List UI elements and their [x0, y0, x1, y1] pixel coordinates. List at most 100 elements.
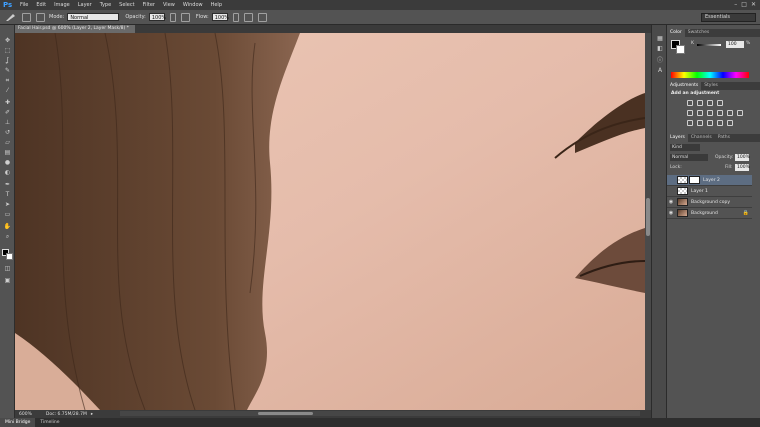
- character-panel-icon[interactable]: A: [656, 67, 664, 74]
- layer-row-background[interactable]: ◉ Background 🔒: [667, 208, 752, 219]
- gradient-map-adjustment-icon[interactable]: [717, 120, 723, 126]
- marquee-tool-icon[interactable]: ⬚: [3, 47, 12, 55]
- hue-saturation-adjustment-icon[interactable]: [697, 110, 703, 116]
- blend-mode-select[interactable]: Normal: [670, 154, 708, 161]
- menu-file[interactable]: File: [16, 2, 32, 8]
- color-spectrum-ramp[interactable]: [671, 72, 749, 78]
- layer-mask-thumbnail[interactable]: [689, 176, 700, 184]
- k-channel-slider[interactable]: [697, 44, 721, 46]
- tab-channels[interactable]: Channels: [688, 134, 715, 142]
- pressure-size-icon[interactable]: [257, 12, 267, 22]
- brightness-adjustment-icon[interactable]: [687, 100, 693, 106]
- layer-row-layer-2[interactable]: Layer 2: [667, 175, 752, 186]
- document-canvas[interactable]: [15, 33, 645, 410]
- brush-panel-icon[interactable]: [36, 12, 45, 22]
- menu-layer[interactable]: Layer: [74, 2, 96, 8]
- path-select-tool-icon[interactable]: ➤: [3, 201, 12, 209]
- lasso-tool-icon[interactable]: ʆ: [3, 57, 12, 65]
- invert-adjustment-icon[interactable]: [687, 120, 693, 126]
- quick-mask-icon[interactable]: ◫: [3, 265, 12, 273]
- menu-window[interactable]: Window: [179, 2, 207, 8]
- hand-tool-icon[interactable]: ✋: [3, 223, 12, 231]
- layer-kind-filter[interactable]: Kind: [670, 144, 700, 151]
- pen-tool-icon[interactable]: ✒: [3, 181, 12, 189]
- spot-healing-tool-icon[interactable]: ✚: [3, 99, 12, 107]
- minimize-button[interactable]: –: [734, 1, 737, 8]
- selective-color-adjustment-icon[interactable]: [727, 120, 733, 126]
- menu-view[interactable]: View: [159, 2, 179, 8]
- menu-select[interactable]: Select: [115, 2, 138, 8]
- vibrance-adjustment-icon[interactable]: [687, 110, 693, 116]
- mode-label: Mode:: [49, 14, 65, 20]
- status-menu-arrow-icon[interactable]: ▸: [91, 412, 93, 417]
- zoom-tool-icon[interactable]: ⌕: [3, 233, 12, 241]
- eyedropper-tool-icon[interactable]: ⁄: [3, 87, 12, 95]
- tab-layers[interactable]: Layers: [667, 134, 688, 142]
- info-panel-icon[interactable]: ⓘ: [656, 57, 664, 64]
- maximize-button[interactable]: □: [741, 1, 747, 8]
- horizontal-scroll-thumb[interactable]: [258, 412, 313, 415]
- levels-adjustment-icon[interactable]: [697, 100, 703, 106]
- blur-tool-icon[interactable]: ●: [3, 159, 12, 167]
- brush-size-icon[interactable]: [22, 12, 31, 22]
- quick-select-tool-icon[interactable]: ✎: [3, 67, 12, 75]
- posterize-adjustment-icon[interactable]: [697, 120, 703, 126]
- visibility-eye-icon[interactable]: ◉: [667, 199, 675, 205]
- mode-select[interactable]: Normal: [67, 13, 120, 21]
- background-color-swatch[interactable]: [6, 253, 13, 260]
- layer-name: Layer 2: [703, 177, 720, 183]
- opacity-dropdown-icon[interactable]: [169, 12, 176, 22]
- brush-tool-preset-icon[interactable]: [5, 13, 17, 22]
- workspace-select[interactable]: Essentials: [701, 13, 756, 22]
- dodge-tool-icon[interactable]: ◐: [3, 169, 12, 177]
- menu-edit[interactable]: Edit: [32, 2, 50, 8]
- shape-tool-icon[interactable]: ▭: [3, 211, 12, 219]
- curves-adjustment-icon[interactable]: [707, 100, 713, 106]
- flow-field[interactable]: 100%: [211, 13, 229, 21]
- black-white-adjustment-icon[interactable]: [717, 110, 723, 116]
- tab-color[interactable]: Color: [667, 29, 685, 37]
- menu-type[interactable]: Type: [96, 2, 115, 8]
- document-tab[interactable]: Facial Hair.psd @ 600% (Layer 2, Layer M…: [15, 25, 135, 33]
- crop-tool-icon[interactable]: ⌗: [3, 77, 12, 85]
- tab-adjustments[interactable]: Adjustments: [667, 82, 702, 90]
- tab-paths[interactable]: Paths: [715, 134, 733, 142]
- visibility-eye-icon[interactable]: ◉: [667, 210, 675, 216]
- screen-mode-icon[interactable]: ▣: [3, 277, 12, 285]
- channel-mixer-adjustment-icon[interactable]: [737, 110, 743, 116]
- move-tool-icon[interactable]: ✥: [3, 37, 12, 45]
- fill-field[interactable]: 100%: [735, 164, 750, 171]
- zoom-level[interactable]: 600%: [19, 412, 32, 417]
- layer-opacity-field[interactable]: 100%: [735, 154, 750, 161]
- color-background-swatch[interactable]: [676, 45, 685, 54]
- tab-timeline[interactable]: Timeline: [35, 418, 64, 427]
- menu-help[interactable]: Help: [207, 2, 226, 8]
- pressure-opacity-icon[interactable]: [180, 12, 190, 22]
- tab-mini-bridge[interactable]: Mini Bridge: [0, 418, 36, 427]
- opacity-field[interactable]: 100%: [148, 13, 166, 21]
- menu-filter[interactable]: Filter: [139, 2, 159, 8]
- threshold-adjustment-icon[interactable]: [707, 120, 713, 126]
- history-brush-tool-icon[interactable]: ↺: [3, 129, 12, 137]
- history-panel-icon[interactable]: ▦: [656, 35, 664, 42]
- airbrush-icon[interactable]: [243, 12, 253, 22]
- exposure-adjustment-icon[interactable]: [717, 100, 723, 106]
- eraser-tool-icon[interactable]: ▱: [3, 139, 12, 147]
- properties-panel-icon[interactable]: ◧: [656, 45, 664, 52]
- layer-row-layer-1[interactable]: Layer 1: [667, 186, 752, 197]
- close-button[interactable]: ✕: [751, 1, 756, 8]
- tab-swatches[interactable]: Swatches: [685, 29, 713, 37]
- vertical-scroll-thumb[interactable]: [646, 198, 650, 236]
- brush-tool-icon[interactable]: ✐: [3, 109, 12, 117]
- color-balance-adjustment-icon[interactable]: [707, 110, 713, 116]
- menu-image[interactable]: Image: [50, 2, 74, 8]
- flow-dropdown-icon[interactable]: [232, 12, 239, 22]
- type-tool-icon[interactable]: T: [3, 191, 12, 199]
- tab-styles[interactable]: Styles: [701, 82, 721, 90]
- horizontal-scrollbar[interactable]: [120, 411, 640, 416]
- k-value-field[interactable]: 100: [726, 41, 744, 48]
- layer-row-background-copy[interactable]: ◉ Background copy: [667, 197, 752, 208]
- photo-filter-adjustment-icon[interactable]: [727, 110, 733, 116]
- clone-stamp-tool-icon[interactable]: ⊥: [3, 119, 12, 127]
- gradient-tool-icon[interactable]: ▤: [3, 149, 12, 157]
